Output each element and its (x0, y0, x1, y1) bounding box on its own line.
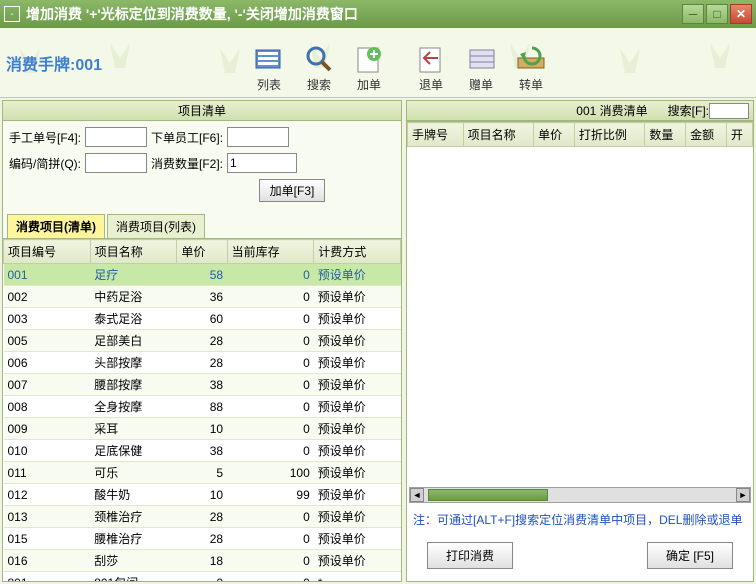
list-button[interactable]: 列表 (244, 40, 294, 95)
maximize-button[interactable]: □ (706, 4, 728, 24)
confirm-button[interactable]: 确定 [F5] (647, 542, 733, 569)
table-row[interactable]: 007腰部按摩380预设单价 (4, 374, 401, 396)
brand-label: 消费手牌:001 (6, 51, 102, 75)
tab-table[interactable]: 消费项目(列表) (107, 214, 205, 238)
add-button[interactable]: 加单 (344, 40, 394, 95)
add-order-button[interactable]: 加单[F3] (259, 179, 326, 202)
table-row[interactable]: 013颈椎治疗280预设单价 (4, 506, 401, 528)
table-row[interactable]: 003泰式足浴600预设单价 (4, 308, 401, 330)
scroll-right-icon[interactable]: ► (736, 488, 750, 502)
return-button-label: 退单 (419, 76, 443, 93)
left-pane-header: 项目清单 (3, 101, 401, 121)
column-header[interactable]: 单价 (177, 240, 227, 264)
titlebar: - 增加消费 '+'光标定位到消费数量, '-'关闭增加消费窗口 ─ □ ✕ (0, 0, 756, 28)
code-label: 编码/简拼(Q): (9, 155, 81, 172)
minimize-button[interactable]: ─ (682, 4, 704, 24)
search-button[interactable]: 搜索 (294, 40, 344, 95)
column-header[interactable]: 打折比例 (574, 123, 644, 147)
code-input[interactable] (85, 153, 147, 173)
system-menu-icon[interactable]: - (4, 6, 20, 22)
left-pane: 项目清单 手工单号[F4]: 下单员工[F6]: 编码/简拼(Q): 消费数量[… (2, 100, 402, 582)
return-icon (412, 42, 450, 76)
add-button-label: 加单 (357, 76, 381, 93)
column-header[interactable]: 单价 (534, 123, 575, 147)
qty-input[interactable] (227, 153, 297, 173)
scroll-left-icon[interactable]: ◄ (410, 488, 424, 502)
transfer-button-label: 转单 (519, 76, 543, 93)
column-header[interactable]: 项目名称 (90, 240, 177, 264)
table-row[interactable]: 010足底保健380预设单价 (4, 440, 401, 462)
column-header[interactable]: 数量 (645, 123, 686, 147)
column-header[interactable]: 手牌号 (408, 123, 464, 147)
gift-button[interactable]: 赠单 (456, 40, 506, 95)
table-row[interactable]: 009采耳100预设单价 (4, 418, 401, 440)
qty-label: 消费数量[F2]: (151, 155, 223, 172)
manual-input[interactable] (85, 127, 147, 147)
column-header[interactable]: 项目名称 (463, 123, 533, 147)
right-pane: 001 消费清单 搜索[F]: 手牌号项目名称单价打折比例数量金额开 ◄ ► 注… (406, 100, 754, 582)
list-icon (250, 42, 288, 76)
column-header[interactable]: 开 (726, 123, 752, 147)
table-row[interactable]: 016刮莎180预设单价 (4, 550, 401, 572)
form-area: 手工单号[F4]: 下单员工[F6]: 编码/简拼(Q): 消费数量[F2]: … (3, 121, 401, 214)
print-button[interactable]: 打印消费 (427, 542, 513, 569)
list-button-label: 列表 (257, 76, 281, 93)
window-title: 增加消费 '+'光标定位到消费数量, '-'关闭增加消费窗口 (26, 4, 682, 24)
gift-button-label: 赠单 (469, 76, 493, 93)
search-button-label: 搜索 (307, 76, 331, 93)
consume-grid[interactable]: 手牌号项目名称单价打折比例数量金额开 (407, 121, 753, 485)
scroll-thumb[interactable] (428, 489, 548, 501)
table-row[interactable]: 011可乐5100预设单价 (4, 462, 401, 484)
column-header[interactable]: 当前库存 (227, 240, 314, 264)
right-search-input[interactable] (709, 103, 749, 119)
close-button[interactable]: ✕ (730, 4, 752, 24)
right-search-label: 搜索[F]: (668, 102, 709, 119)
add-icon (350, 42, 388, 76)
table-row[interactable]: 006头部按摩280预设单价 (4, 352, 401, 374)
right-header-title: 001 消费清单 (576, 102, 647, 119)
staff-label: 下单员工[F6]: (151, 129, 223, 146)
transfer-button[interactable]: 转单 (506, 40, 556, 95)
tab-list[interactable]: 消费项目(清单) (7, 214, 105, 238)
table-row[interactable]: 015腰椎治疗280预设单价 (4, 528, 401, 550)
table-row[interactable]: 001足疗580预设单价 (4, 264, 401, 286)
toolbar: 消费手牌:001 列表 搜索 加单 退单 赠单 转单 (0, 28, 756, 98)
staff-input[interactable] (227, 127, 289, 147)
column-header[interactable]: 计费方式 (314, 240, 401, 264)
gift-icon (462, 42, 500, 76)
note-text: 注：可通过[ALT+F]搜索定位消费清单中项目，DEL删除或退单 (407, 505, 753, 534)
search-icon (300, 42, 338, 76)
right-pane-header: 001 消费清单 搜索[F]: (407, 101, 753, 121)
h-scrollbar[interactable]: ◄ ► (409, 487, 751, 503)
table-row[interactable]: 801801包间00* (4, 572, 401, 582)
item-grid[interactable]: 项目编号项目名称单价当前库存计费方式 001足疗580预设单价002中药足浴36… (3, 238, 401, 581)
manual-label: 手工单号[F4]: (9, 129, 81, 146)
table-row[interactable]: 012酸牛奶1099预设单价 (4, 484, 401, 506)
table-row[interactable]: 002中药足浴360预设单价 (4, 286, 401, 308)
table-row[interactable]: 008全身按摩880预设单价 (4, 396, 401, 418)
column-header[interactable]: 金额 (686, 123, 727, 147)
return-button[interactable]: 退单 (406, 40, 456, 95)
transfer-icon (512, 42, 550, 76)
table-row[interactable]: 005足部美白280预设单价 (4, 330, 401, 352)
column-header[interactable]: 项目编号 (4, 240, 91, 264)
